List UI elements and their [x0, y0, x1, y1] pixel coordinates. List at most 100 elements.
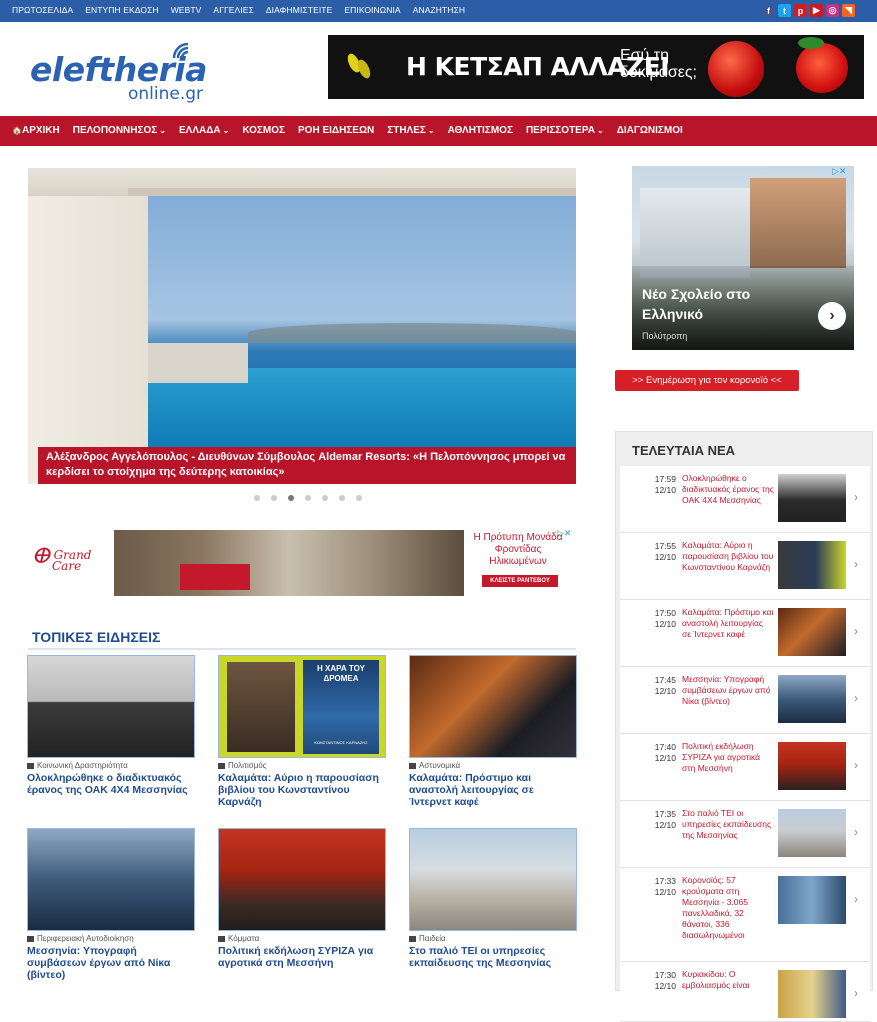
rss-icon[interactable]: ◥ — [842, 4, 855, 17]
latest-news-item[interactable]: 17:50 12/10 Καλαμάτα: Πρόστιμο και αναστολ… — [620, 600, 870, 667]
news-title[interactable]: Καλαμάτα: Αύριο η παρουσίαση βιβλίου του… — [218, 772, 386, 808]
slider-dot[interactable] — [305, 495, 311, 501]
latest-news-thumbnail[interactable] — [778, 541, 846, 589]
chevron-right-icon[interactable]: › — [854, 892, 858, 906]
site-logo[interactable]: eleftheria online.gr — [30, 40, 230, 106]
top-nav-link[interactable]: ΑΝΑΖΗΤΗΣΗ — [413, 5, 465, 15]
news-card[interactable]: Κόμματα Πολιτική εκδήλωση ΣΥΡΙΖΑ για αγρο… — [218, 828, 386, 969]
news-thumbnail[interactable] — [27, 655, 195, 758]
chevron-right-icon[interactable]: › — [854, 490, 858, 504]
news-title[interactable]: Ολοκληρώθηκε ο διαδικτυακός έρανος της Ο… — [27, 772, 195, 796]
latest-news-title[interactable]: Στο παλιό ΤΕΙ οι υπηρεσίες εκπαίδευσης τ… — [682, 808, 774, 841]
news-title[interactable]: Στο παλιό ΤΕΙ οι υπηρεσίες εκπαίδευσης τ… — [409, 945, 577, 969]
latest-news-thumbnail[interactable] — [778, 970, 846, 1018]
news-thumbnail[interactable] — [409, 655, 577, 758]
news-title[interactable]: Πολιτική εκδήλωση ΣΥΡΙΖΑ για αγροτικά στ… — [218, 945, 386, 969]
chevron-right-icon[interactable]: › — [854, 758, 858, 772]
ad-cta-button[interactable]: ΚΛΕΙΣΤΕ ΡΑΝΤΕΒΟΥ — [482, 575, 558, 587]
latest-news-date: 12/10 — [654, 552, 676, 562]
news-card[interactable]: Κοινωνική Δραστηριότητα Ολοκληρώθηκε ο δι… — [27, 655, 195, 796]
ad-bed-image — [180, 564, 250, 590]
news-thumbnail[interactable] — [218, 828, 386, 931]
chevron-right-icon[interactable]: › — [854, 825, 858, 839]
latest-news-heading: ΤΕΛΕΥΤΑΙΑ ΝΕΑ — [632, 443, 736, 458]
latest-news-thumbnail[interactable] — [778, 809, 846, 857]
nav-item-8[interactable]: ΠΕΡΙΣΣΟΤΕΡΑ ⌄ — [526, 125, 604, 136]
slider-dot[interactable] — [254, 495, 260, 501]
slider-dot[interactable] — [322, 495, 328, 501]
nav-item-3[interactable]: ΕΛΛΑΔΑ ⌄ — [179, 125, 229, 136]
latest-news-thumbnail[interactable] — [778, 876, 846, 924]
nav-item-2[interactable]: ΠΕΛΟΠΟΝΝΗΣΟΣ ⌄ — [73, 125, 166, 136]
news-card[interactable]: Αστυνομικά Καλαμάτα: Πρόστιμο και αναστολ… — [409, 655, 577, 808]
top-nav-link[interactable]: ΕΝΤΥΠΗ ΕΚΔΟΣΗ — [85, 5, 158, 15]
chevron-right-icon[interactable]: › — [818, 302, 846, 330]
latest-news-item[interactable]: 17:59 12/10 Ολοκληρώθηκε ο διαδικτυακός έρ… — [620, 466, 870, 533]
facebook-icon[interactable]: f — [762, 4, 775, 17]
ad-subtitle-line1: Εσύ τη — [620, 47, 669, 64]
latest-news-hour: 17:40 — [654, 742, 676, 752]
latest-news-title[interactable]: Κυριακίδου: Ο εμβολιασμός είναι — [682, 969, 774, 991]
chevron-right-icon[interactable]: › — [854, 557, 858, 571]
covid-info-button[interactable]: >> Ενημέρωση για τον κορονοϊό << — [615, 370, 799, 391]
hero-caption[interactable]: Αλέξανδρος Αγγελόπουλος - Διευθύνων Σύμβ… — [38, 447, 576, 484]
nav-item-7[interactable]: ΑΘΛΗΤΙΣΜΟΣ — [448, 125, 513, 136]
instagram-icon[interactable]: ◎ — [826, 4, 839, 17]
top-nav-link[interactable]: ΑΓΓΕΛΙΕΣ — [213, 5, 253, 15]
adchoices-icon[interactable]: ▷✕ — [557, 528, 570, 539]
nav-item-4[interactable]: ΚΟΣΜΟΣ — [242, 125, 285, 136]
news-card[interactable]: Παιδεία Στο παλιό ΤΕΙ οι υπηρεσίες εκπαίδ… — [409, 828, 577, 969]
pinterest-icon[interactable]: p — [794, 4, 807, 17]
top-nav-link[interactable]: ΔΙΑΦΗΜΙΣΤΕΙΤΕ — [266, 5, 332, 15]
slider-dot[interactable] — [271, 495, 277, 501]
news-thumbnail[interactable] — [409, 828, 577, 931]
latest-news-time: 17:40 12/10 — [638, 742, 676, 764]
top-nav-link[interactable]: ΠΡΩΤΟΣΕΛΙΔΑ — [12, 5, 73, 15]
latest-news-item[interactable]: 17:33 12/10 Κορονοϊός: 57 κρούσματα στη Με… — [620, 868, 870, 962]
section-title: ΤΟΠΙΚΕΣ ΕΙΔΗΣΕΙΣ — [32, 629, 161, 645]
news-thumbnail[interactable]: Η ΧΑΡΑ ΤΟΥ ΔΡΟΜΕΑ ΚΩΝΣΤΑΝΤΙΝΟΣ ΚΑΡΝΑΖΗΣ — [218, 655, 386, 758]
news-thumbnail[interactable] — [27, 828, 195, 931]
slider-dot[interactable] — [356, 495, 362, 501]
latest-news-thumbnail[interactable] — [778, 474, 846, 522]
hero-slider[interactable]: Αλέξανδρος Αγγελόπουλος - Διευθύνων Σύμβ… — [28, 168, 576, 484]
latest-news-hour: 17:55 — [654, 541, 676, 551]
slider-dot[interactable] — [339, 495, 345, 501]
nav-item-6[interactable]: ΣΤΗΛΕΣ ⌄ — [387, 125, 434, 136]
chevron-right-icon[interactable]: › — [854, 624, 858, 638]
chevron-right-icon[interactable]: › — [854, 986, 858, 1000]
top-nav-link[interactable]: WEBTV — [171, 5, 202, 15]
latest-news-item[interactable]: 17:40 12/10 Πολιτική εκδήλωση ΣΥΡΙΖΑ για α… — [620, 734, 870, 801]
latest-news-title[interactable]: Καλαμάτα: Αύριο η παρουσίαση βιβλίου του… — [682, 540, 774, 573]
nav-item-label: ΑΡΧΙΚΗ — [21, 125, 60, 136]
latest-news-title[interactable]: Ολοκληρώθηκε ο διαδικτυακός έρανος της Ο… — [682, 473, 774, 506]
latest-news-item[interactable]: 17:55 12/10 Καλαμάτα: Αύριο η παρουσίαση β… — [620, 533, 870, 600]
news-title[interactable]: Καλαμάτα: Πρόστιμο και αναστολή λειτουργ… — [409, 772, 577, 808]
chevron-right-icon[interactable]: › — [854, 691, 858, 705]
news-title[interactable]: Μεσσηνία: Υπογραφή συμβάσεων έργων από Ν… — [27, 945, 195, 981]
top-nav-link[interactable]: ΕΠΙΚΟΙΝΩΝΙΑ — [344, 5, 400, 15]
news-card[interactable]: Περιφερειακή Αυτοδιοίκηση Μεσσηνία: Υπογρ… — [27, 828, 195, 981]
latest-news-thumbnail[interactable] — [778, 608, 846, 656]
nav-item-9[interactable]: ΔΙΑΓΩΝΙΣΜΟΙ — [617, 125, 683, 136]
side-banner-ad[interactable]: Νέο Σχολείο στο Ελληνικό Πολύτροπη › ▷✕ — [632, 166, 854, 350]
nav-item-5[interactable]: ΡΟΗ ΕΙΔΗΣΕΩΝ — [298, 125, 374, 136]
adchoices-icon[interactable]: ▷✕ — [832, 166, 846, 177]
latest-news-title[interactable]: Μεσσηνία: Υπογραφή συμβάσεων έργων από Ν… — [682, 674, 774, 707]
twitter-icon[interactable]: t — [778, 4, 791, 17]
latest-news-thumbnail[interactable] — [778, 675, 846, 723]
grandcare-ad[interactable]: ⴲ Grand Care Η Πρότυπη Μονάδα Φροντίδας … — [30, 528, 570, 596]
header-banner-ad[interactable]: Η ΚΕΤΣΑΠ ΑΛΛΑΖΕΙ Εσύ τη δοκίμασες; — [328, 35, 864, 99]
news-category-label: Περιφερειακή Αυτοδιοίκηση — [37, 934, 134, 943]
latest-news-thumbnail[interactable] — [778, 742, 846, 790]
news-card[interactable]: Η ΧΑΡΑ ΤΟΥ ΔΡΟΜΕΑ ΚΩΝΣΤΑΝΤΙΝΟΣ ΚΑΡΝΑΖΗΣ Πο… — [218, 655, 386, 808]
latest-news-title[interactable]: Καλαμάτα: Πρόστιμο και αναστολή λειτουργ… — [682, 607, 774, 640]
nav-item-1[interactable]: 🏠ΑΡΧΙΚΗ — [12, 125, 60, 136]
latest-news-title[interactable]: Κορονοϊός: 57 κρούσματα στη Μεσσηνία - 3… — [682, 875, 774, 941]
slider-dot[interactable] — [288, 495, 294, 501]
latest-news-title[interactable]: Πολιτική εκδήλωση ΣΥΡΙΖΑ για αγροτικά στ… — [682, 741, 774, 774]
latest-news-item[interactable]: 17:35 12/10 Στο παλιό ΤΕΙ οι υπηρεσίες εκπ… — [620, 801, 870, 868]
latest-news-item[interactable]: 17:30 12/10 Κυριακίδου: Ο εμβολιασμός είνα… — [620, 962, 870, 1022]
latest-news-item[interactable]: 17:45 12/10 Μεσσηνία: Υπογραφή συμβάσεων έ… — [620, 667, 870, 734]
youtube-icon[interactable]: ▶ — [810, 4, 823, 17]
